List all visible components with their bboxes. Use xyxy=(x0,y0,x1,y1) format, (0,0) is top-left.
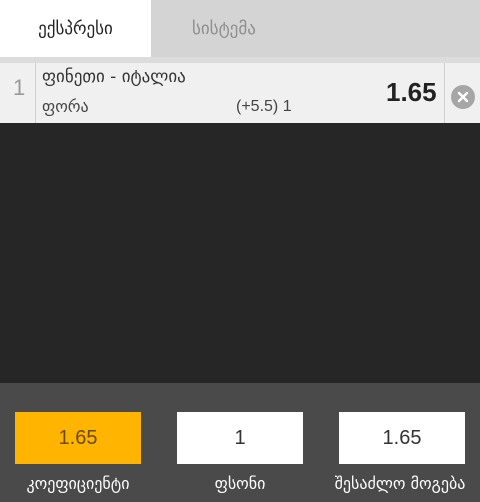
divider xyxy=(444,63,445,123)
close-icon xyxy=(457,91,469,103)
possible-win-value: 1.65 xyxy=(382,426,422,449)
bet-odds: 1.65 xyxy=(386,77,437,107)
possible-win-label: შესაძლო მოგება xyxy=(334,474,466,493)
remove-bet-button[interactable] xyxy=(451,85,475,109)
bet-type-tabs: ექსპრესი სისტემა xyxy=(0,0,480,57)
tab-system-label: სისტემა xyxy=(192,18,256,39)
stake-input[interactable]: 1 xyxy=(177,412,303,464)
possible-win-box: 1.65 xyxy=(339,412,465,464)
bet-market: ფორა xyxy=(42,97,89,116)
bet-slip-row: 1 ფინეთი - იტალია ფორა (+5.5) 1 1.65 xyxy=(0,57,480,123)
total-odds-box: 1.65 xyxy=(15,412,141,464)
total-odds-label: კოეფიციენტი xyxy=(26,474,130,493)
divider xyxy=(35,63,36,123)
tab-express-label: ექსპრესი xyxy=(38,18,113,39)
tab-express[interactable]: ექსპრესი xyxy=(0,0,151,57)
bet-summary-footer: 1.65 1 1.65 კოეფიციენტი ფსონი შესაძლო მო… xyxy=(0,383,480,502)
bet-slip-empty-area xyxy=(0,123,480,383)
bet-index: 1 xyxy=(13,75,26,100)
bet-selection: (+5.5) 1 xyxy=(236,98,292,115)
stake-value: 1 xyxy=(234,426,246,449)
tab-system[interactable]: სისტემა xyxy=(151,0,480,57)
bet-match-name: ფინეთი - იტალია xyxy=(42,67,186,87)
total-odds-value: 1.65 xyxy=(58,426,98,449)
stake-label: ფსონი xyxy=(214,474,266,493)
